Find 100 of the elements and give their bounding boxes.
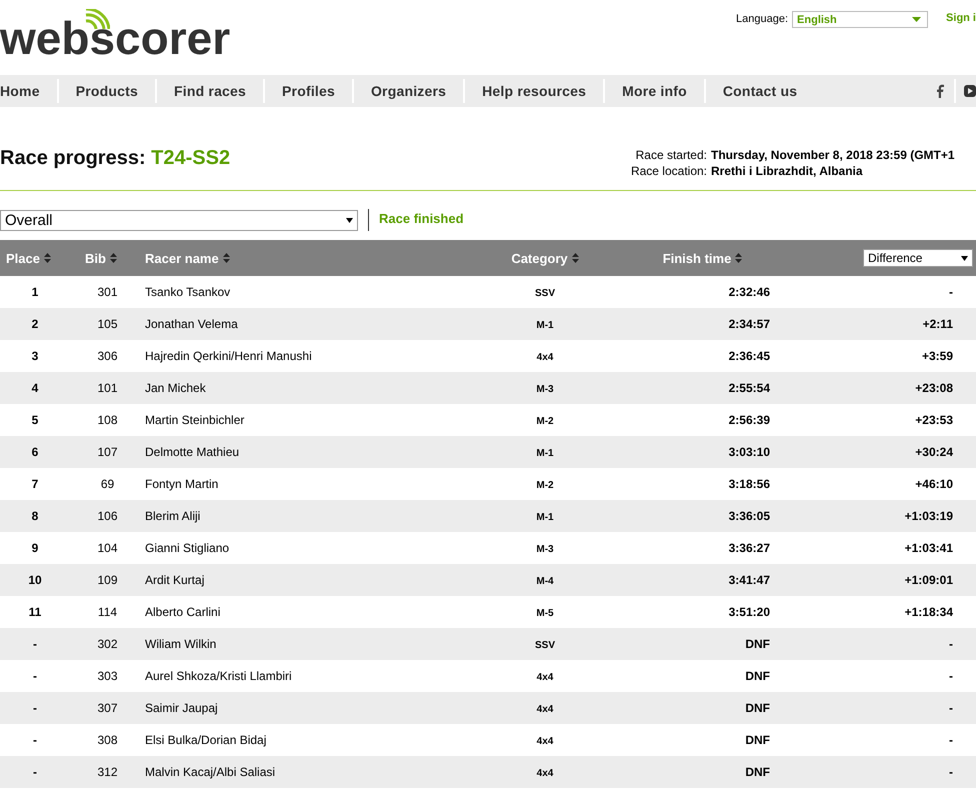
table-cell: +1:18:34 [904, 605, 953, 619]
table-cell: M-2 [536, 416, 554, 427]
column-header[interactable]: Place [6, 250, 51, 266]
category-filter-select[interactable]: Overall [0, 210, 358, 230]
sort-icon [572, 253, 579, 263]
table-cell: +1:03:41 [904, 541, 953, 555]
table-cell: Elsi Bulka/Dorian Bidaj [145, 733, 266, 747]
nav-link[interactable]: More info [603, 79, 704, 103]
table-cell: +2:11 [922, 317, 953, 331]
info-value: Rrethi i Librazhdit, Albania [711, 163, 864, 179]
table-cell: Saimir Jaupaj [145, 701, 218, 715]
sort-icon [222, 253, 230, 263]
table-cell: SSV [534, 288, 555, 299]
table-cell: 4x4 [536, 704, 554, 715]
table-cell: 101 [97, 381, 118, 395]
table-cell: M-2 [536, 480, 554, 491]
nav-link[interactable]: Find races [154, 79, 264, 103]
table-cell: 2:32:46 [728, 285, 770, 299]
table-cell: 4x4 [536, 672, 554, 683]
table-cell: 4x4 [536, 352, 554, 363]
table-cell: 114 [98, 605, 118, 619]
difference-select[interactable]: Difference [863, 249, 973, 267]
column-header[interactable]: Racer name [145, 250, 230, 266]
sort-icon [735, 253, 742, 263]
table-cell: Hajredin Qerkini/Henri Manushi [145, 349, 312, 363]
race-status: Race finished [379, 210, 464, 226]
video-play-icon[interactable] [964, 84, 976, 98]
table-cell: DNF [745, 701, 770, 715]
table-cell: 8 [32, 509, 38, 523]
table-cell: Alberto Carlini [145, 605, 220, 619]
column-header[interactable]: Category [511, 250, 579, 266]
table-cell: +1:09:01 [904, 573, 953, 587]
table-cell: - [33, 733, 37, 747]
column-header[interactable]: Bib [85, 250, 117, 266]
table-cell: 306 [97, 349, 118, 363]
table-cell: Jonathan Velema [145, 317, 238, 331]
table-cell: Fontyn Martin [145, 477, 218, 491]
table-cell: 9 [32, 541, 38, 555]
table-cell: 69 [100, 477, 114, 491]
table-cell: - [949, 669, 953, 683]
table-cell: M-1 [536, 512, 554, 523]
table-cell: Gianni Stigliano [145, 541, 230, 555]
caret-icon [961, 256, 968, 260]
table-cell: DNF [745, 765, 770, 779]
table-cell: 303 [97, 669, 118, 683]
nav-link[interactable]: Organizers [352, 79, 464, 103]
facebook-icon[interactable] [936, 84, 944, 98]
column-header[interactable]: Finish time [662, 250, 742, 266]
table-cell: 312 [97, 765, 118, 779]
table-cell: +46:10 [915, 477, 953, 491]
info-label: Race started: [636, 147, 707, 163]
table-cell: Martin Steinbichler [145, 413, 244, 427]
table-cell: 7 [32, 477, 38, 491]
table-cell: 4 [32, 381, 38, 395]
table-cell: 3:36:27 [728, 541, 770, 555]
table-cell: +30:24 [915, 445, 953, 459]
table-cell: 105 [97, 317, 118, 331]
table-cell: +23:08 [915, 381, 953, 395]
table-cell: - [949, 765, 953, 779]
table-cell: DNF [745, 733, 770, 747]
table-cell: M-5 [536, 608, 554, 619]
table-cell: Tsanko Tsankov [145, 285, 230, 299]
table-cell: M-1 [536, 448, 554, 459]
table-cell: M-1 [536, 320, 554, 331]
table-cell: SSV [534, 640, 555, 651]
table-cell: 10 [28, 573, 42, 587]
table-cell: +1:03:19 [904, 509, 953, 523]
table-cell: 6 [32, 445, 38, 459]
table-cell: - [33, 669, 37, 683]
sort-icon [44, 253, 51, 263]
table-cell: +23:53 [915, 413, 953, 427]
race-title: Race progress: T24-SS2 [0, 147, 230, 170]
table-cell: 11 [28, 605, 42, 619]
nav-link[interactable]: Profiles [263, 79, 352, 103]
table-cell: 1 [32, 285, 38, 299]
table-cell: 2 [32, 317, 38, 331]
table-cell: - [33, 765, 37, 779]
table-cell: 301 [97, 285, 118, 299]
nav-link[interactable]: Home [0, 79, 57, 103]
table-cell: 3:41:47 [728, 573, 770, 587]
table-cell: 5 [32, 413, 38, 427]
table-cell: DNF [745, 637, 770, 651]
table-cell: 106 [97, 509, 118, 523]
table-cell: Ardit Kurtaj [145, 573, 204, 587]
table-cell: 3 [32, 349, 38, 363]
nav-link[interactable]: Help resources [463, 79, 604, 103]
sort-icon [110, 253, 117, 263]
table-cell: 307 [97, 701, 118, 715]
info-value: Thursday, November 8, 2018 23:59 (GMT+1 [711, 147, 956, 163]
table-cell: - [949, 701, 953, 715]
nav-link[interactable]: Contact us [704, 79, 814, 103]
table-cell: 2:34:57 [728, 317, 770, 331]
table-cell: +3:59 [922, 349, 953, 363]
nav-link[interactable]: Products [56, 79, 155, 103]
table-cell: 109 [97, 573, 118, 587]
table-cell: Wiliam Wilkin [145, 637, 216, 651]
caret-icon [912, 17, 922, 22]
table-cell: - [949, 637, 953, 651]
table-cell: M-3 [536, 384, 554, 395]
table-cell: DNF [745, 669, 770, 683]
